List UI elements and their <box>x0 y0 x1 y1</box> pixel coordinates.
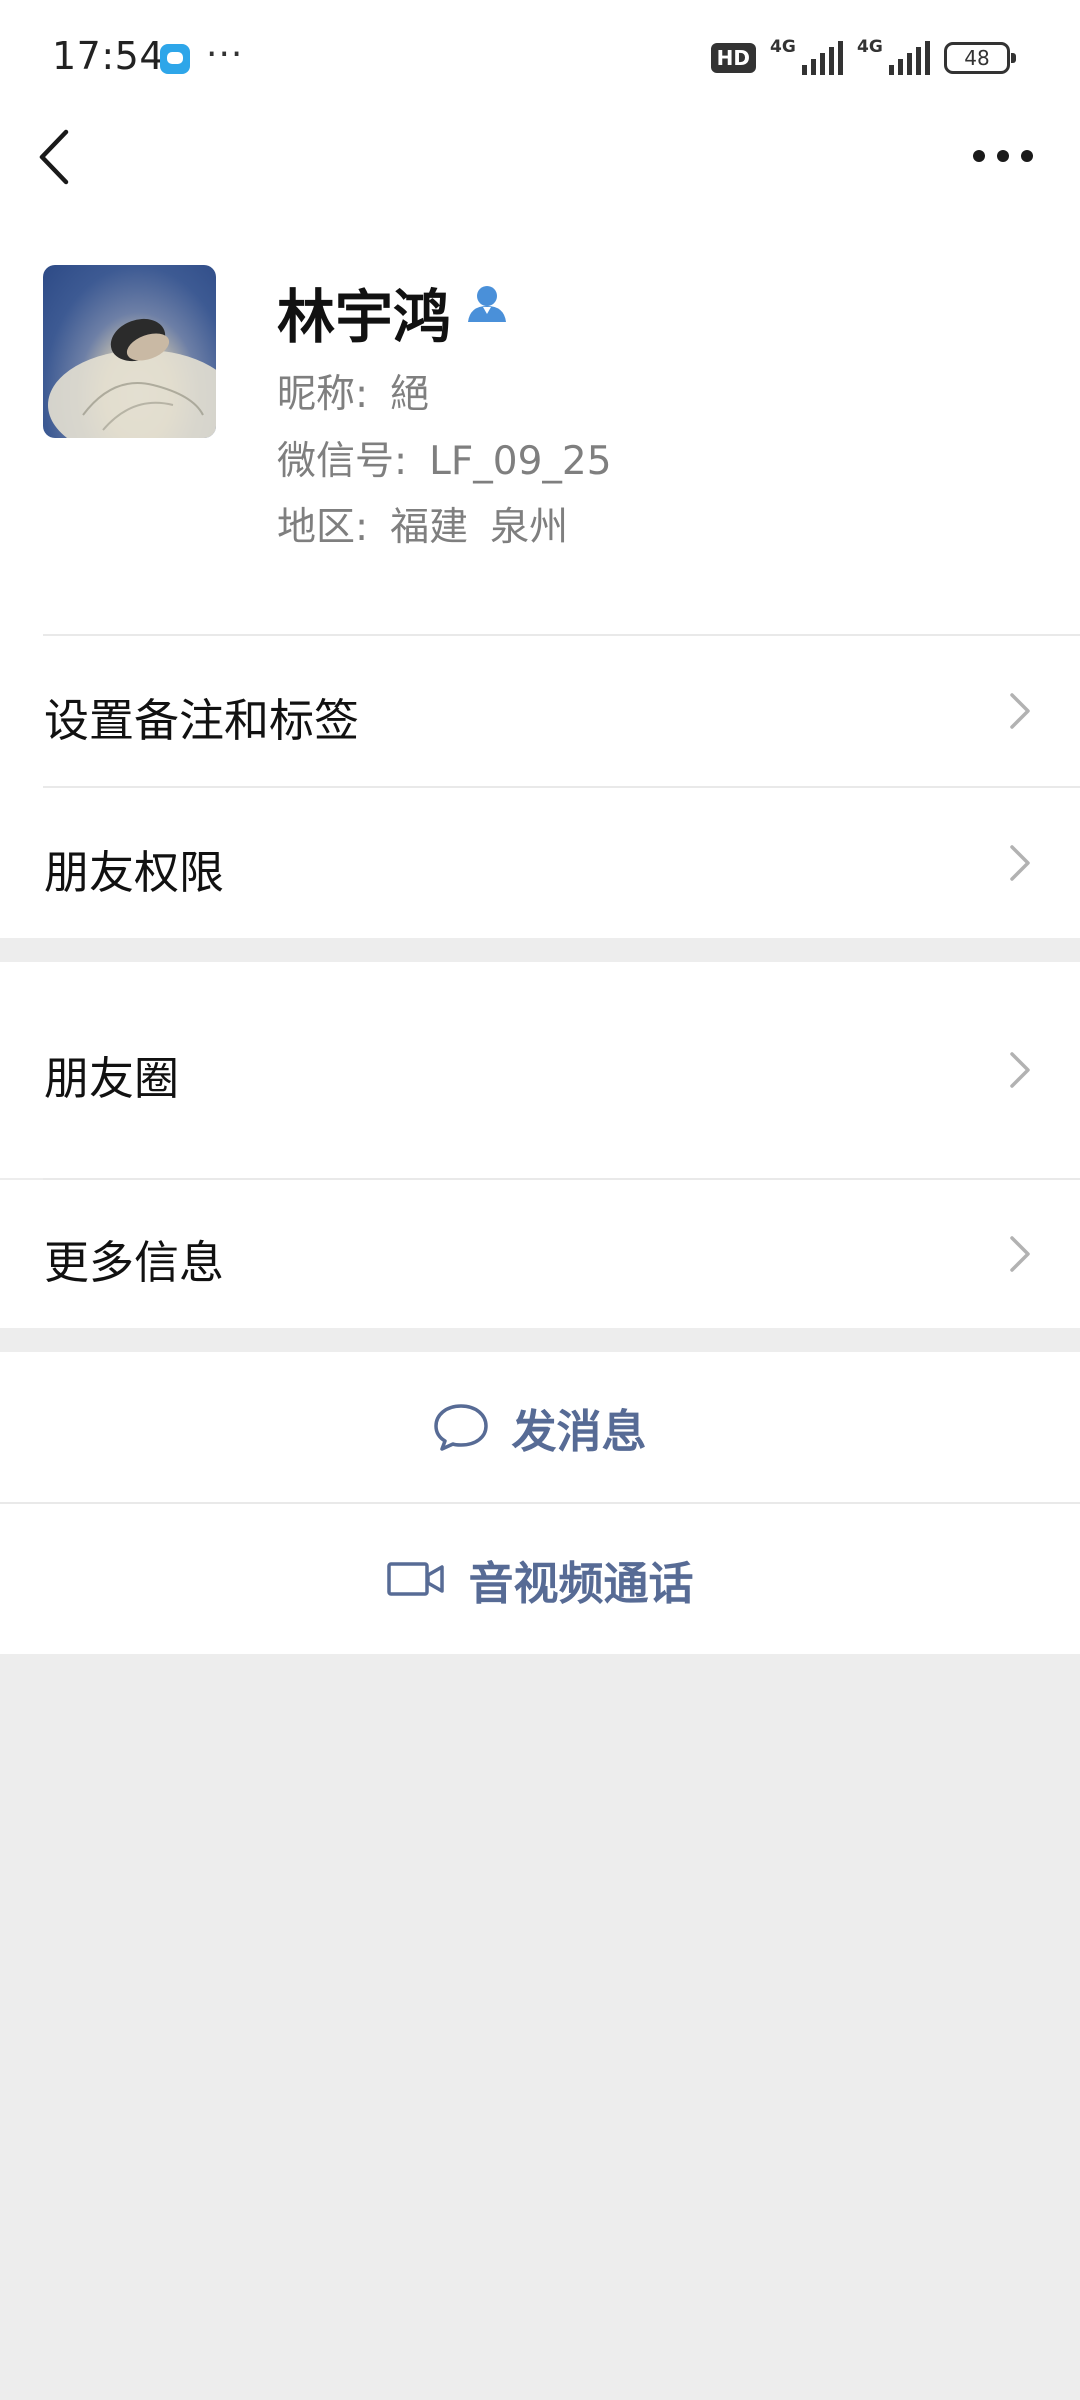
signal-strength-icon: 4G <box>770 37 843 75</box>
more-options-icon[interactable] <box>970 136 1036 176</box>
status-indicators: HD 4G 4G 48 <box>710 37 1016 78</box>
chevron-right-icon <box>1010 693 1030 729</box>
video-camera-icon <box>387 1562 445 1596</box>
set-remark-label: 设置备注和标签 <box>44 694 360 747</box>
region-city: 泉州 <box>490 505 569 550</box>
region-row: 地区: 福建 泉州 <box>277 496 568 552</box>
wechat-id-value: LF_09_25 <box>429 439 612 484</box>
region-label: 地区: <box>277 505 369 550</box>
wechat-id-label: 微信号: <box>277 439 408 484</box>
audio-video-call-button[interactable]: 音视频通话 <box>0 1504 1080 1654</box>
wechat-id-row: 微信号: LF_09_25 <box>277 430 612 486</box>
more-info-item[interactable]: 更多信息 <box>0 1180 1080 1328</box>
message-notification-icon <box>160 44 190 74</box>
signal-strength-icon-2: 4G <box>857 37 930 75</box>
section-separator <box>0 1328 1080 1352</box>
friend-permissions-label: 朋友权限 <box>44 846 225 899</box>
audio-video-call-label: 音视频通话 <box>468 1556 694 1610</box>
send-message-button[interactable]: 发消息 <box>0 1352 1080 1502</box>
moments-item[interactable]: 朋友圈 <box>0 962 1080 1178</box>
nickname-row: 昵称: 絕 <box>277 363 429 419</box>
hd-voice-icon: HD <box>710 43 756 73</box>
status-more-icon: ··· <box>206 34 244 75</box>
region-province: 福建 <box>390 505 469 550</box>
nickname-value: 絕 <box>390 372 430 417</box>
status-bar: 17:54 ··· HD 4G 4G 48 <box>0 0 1080 112</box>
status-time: 17:54 <box>52 34 165 78</box>
profile-name: 林宇鸿 <box>277 283 452 351</box>
chevron-right-icon <box>1010 1052 1030 1088</box>
section-separator <box>0 938 1080 962</box>
set-remark-and-tags-item[interactable]: 设置备注和标签 <box>0 636 1080 786</box>
more-info-label: 更多信息 <box>44 1236 225 1289</box>
nickname-label: 昵称: <box>277 372 369 417</box>
avatar[interactable] <box>43 265 216 438</box>
friend-permissions-item[interactable]: 朋友权限 <box>0 788 1080 938</box>
moments-label: 朋友圈 <box>44 1052 180 1105</box>
send-message-label: 发消息 <box>511 1404 647 1458</box>
chevron-right-icon <box>1010 1236 1030 1272</box>
battery-icon: 48 <box>944 42 1016 74</box>
back-icon[interactable] <box>34 124 78 190</box>
contact-person-icon <box>466 284 508 324</box>
chevron-right-icon <box>1010 845 1030 881</box>
chat-bubble-icon <box>434 1404 489 1451</box>
